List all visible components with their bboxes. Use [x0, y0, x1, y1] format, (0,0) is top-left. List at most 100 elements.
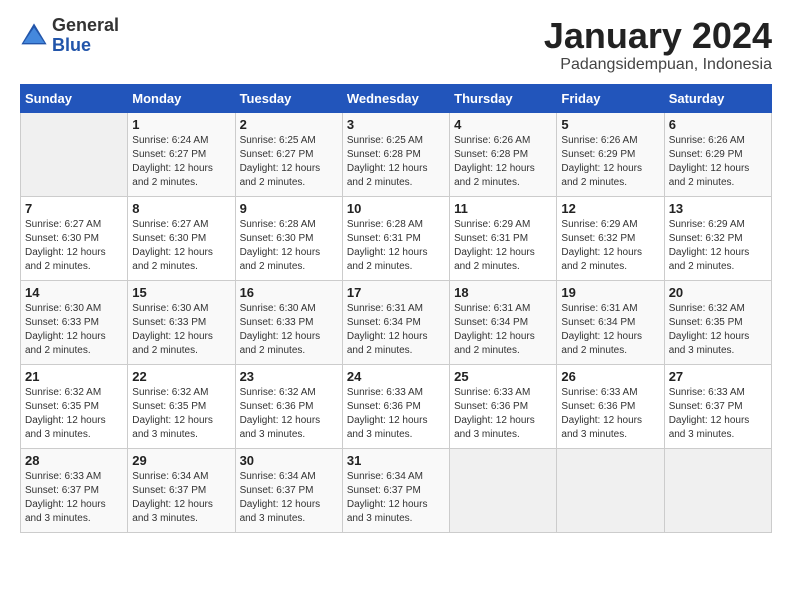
day-number: 30	[240, 453, 338, 468]
day-info: Sunrise: 6:33 AM Sunset: 6:36 PM Dayligh…	[561, 386, 659, 442]
day-number: 31	[347, 453, 445, 468]
day-info: Sunrise: 6:29 AM Sunset: 6:32 PM Dayligh…	[561, 218, 659, 274]
logo-icon	[20, 22, 48, 50]
day-number: 16	[240, 285, 338, 300]
title-area: January 2024 Padangsidempuan, Indonesia	[544, 16, 772, 74]
week-row-5: 28 Sunrise: 6:33 AM Sunset: 6:37 PM Dayli…	[21, 448, 772, 532]
calendar-cell: 15 Sunrise: 6:30 AM Sunset: 6:33 PM Dayli…	[128, 280, 235, 364]
day-info: Sunrise: 6:27 AM Sunset: 6:30 PM Dayligh…	[132, 218, 230, 274]
calendar-cell: 21 Sunrise: 6:32 AM Sunset: 6:35 PM Dayli…	[21, 364, 128, 448]
calendar-cell	[557, 448, 664, 532]
week-row-4: 21 Sunrise: 6:32 AM Sunset: 6:35 PM Dayli…	[21, 364, 772, 448]
day-number: 17	[347, 285, 445, 300]
calendar-cell: 17 Sunrise: 6:31 AM Sunset: 6:34 PM Dayli…	[342, 280, 449, 364]
week-row-3: 14 Sunrise: 6:30 AM Sunset: 6:33 PM Dayli…	[21, 280, 772, 364]
day-number: 2	[240, 117, 338, 132]
day-number: 10	[347, 201, 445, 216]
logo: General Blue	[20, 16, 119, 56]
calendar-cell: 22Sunrise: 6:32 AM Sunset: 6:35 PM Dayli…	[128, 364, 235, 448]
day-info: Sunrise: 6:28 AM Sunset: 6:31 PM Dayligh…	[347, 218, 445, 274]
day-info: Sunrise: 6:31 AM Sunset: 6:34 PM Dayligh…	[454, 302, 552, 358]
calendar-cell: 8 Sunrise: 6:27 AM Sunset: 6:30 PM Daylig…	[128, 196, 235, 280]
logo-text: General Blue	[52, 16, 119, 56]
day-info: Sunrise: 6:28 AM Sunset: 6:30 PM Dayligh…	[240, 218, 338, 274]
day-info: Sunrise: 6:32 AM Sunset: 6:36 PM Dayligh…	[240, 386, 338, 442]
day-header-saturday: Saturday	[664, 84, 771, 112]
calendar-cell: 5 Sunrise: 6:26 AM Sunset: 6:29 PM Daylig…	[557, 112, 664, 196]
day-number: 21	[25, 369, 123, 384]
day-info: Sunrise: 6:29 AM Sunset: 6:31 PM Dayligh…	[454, 218, 552, 274]
calendar-cell: 26 Sunrise: 6:33 AM Sunset: 6:36 PM Dayli…	[557, 364, 664, 448]
day-number: 24	[347, 369, 445, 384]
calendar-cell: 9 Sunrise: 6:28 AM Sunset: 6:30 PM Daylig…	[235, 196, 342, 280]
day-number: 8	[132, 201, 230, 216]
calendar-cell: 27 Sunrise: 6:33 AM Sunset: 6:37 PM Dayli…	[664, 364, 771, 448]
calendar-cell: 29 Sunrise: 6:34 AM Sunset: 6:37 PM Dayli…	[128, 448, 235, 532]
calendar-cell: 13Sunrise: 6:29 AM Sunset: 6:32 PM Dayli…	[664, 196, 771, 280]
day-info: Sunrise: 6:30 AM Sunset: 6:33 PM Dayligh…	[132, 302, 230, 358]
day-info: Sunrise: 6:33 AM Sunset: 6:36 PM Dayligh…	[347, 386, 445, 442]
day-info: Sunrise: 6:31 AM Sunset: 6:34 PM Dayligh…	[561, 302, 659, 358]
day-number: 9	[240, 201, 338, 216]
day-info: Sunrise: 6:27 AM Sunset: 6:30 PM Dayligh…	[25, 218, 123, 274]
header: General Blue January 2024 Padangsidempua…	[20, 16, 772, 74]
day-number: 19	[561, 285, 659, 300]
calendar-cell: 11 Sunrise: 6:29 AM Sunset: 6:31 PM Dayli…	[450, 196, 557, 280]
calendar-cell: 20 Sunrise: 6:32 AM Sunset: 6:35 PM Dayli…	[664, 280, 771, 364]
day-info: Sunrise: 6:34 AM Sunset: 6:37 PM Dayligh…	[132, 470, 230, 526]
day-number: 1	[132, 117, 230, 132]
day-info: Sunrise: 6:24 AM Sunset: 6:27 PM Dayligh…	[132, 134, 230, 190]
day-number: 23	[240, 369, 338, 384]
day-number: 26	[561, 369, 659, 384]
week-row-1: 1 Sunrise: 6:24 AM Sunset: 6:27 PM Daylig…	[21, 112, 772, 196]
day-number: 11	[454, 201, 552, 216]
calendar-cell: 6 Sunrise: 6:26 AM Sunset: 6:29 PM Daylig…	[664, 112, 771, 196]
day-number: 12	[561, 201, 659, 216]
day-info: Sunrise: 6:33 AM Sunset: 6:37 PM Dayligh…	[25, 470, 123, 526]
day-info: Sunrise: 6:25 AM Sunset: 6:28 PM Dayligh…	[347, 134, 445, 190]
day-number: 28	[25, 453, 123, 468]
day-info: Sunrise: 6:34 AM Sunset: 6:37 PM Dayligh…	[347, 470, 445, 526]
calendar-cell: 12 Sunrise: 6:29 AM Sunset: 6:32 PM Dayli…	[557, 196, 664, 280]
day-info: Sunrise: 6:33 AM Sunset: 6:36 PM Dayligh…	[454, 386, 552, 442]
day-number: 20	[669, 285, 767, 300]
calendar-cell: 31 Sunrise: 6:34 AM Sunset: 6:37 PM Dayli…	[342, 448, 449, 532]
calendar-cell	[664, 448, 771, 532]
day-number: 15	[132, 285, 230, 300]
day-number: 4	[454, 117, 552, 132]
calendar-cell: 19 Sunrise: 6:31 AM Sunset: 6:34 PM Dayli…	[557, 280, 664, 364]
day-info: Sunrise: 6:32 AM Sunset: 6:35 PM Dayligh…	[132, 386, 230, 442]
day-info: Sunrise: 6:26 AM Sunset: 6:29 PM Dayligh…	[561, 134, 659, 190]
calendar-cell: 28 Sunrise: 6:33 AM Sunset: 6:37 PM Dayli…	[21, 448, 128, 532]
day-info: Sunrise: 6:30 AM Sunset: 6:33 PM Dayligh…	[240, 302, 338, 358]
calendar-table: SundayMondayTuesdayWednesdayThursdayFrid…	[20, 84, 772, 533]
day-info: Sunrise: 6:34 AM Sunset: 6:37 PM Dayligh…	[240, 470, 338, 526]
day-header-wednesday: Wednesday	[342, 84, 449, 112]
day-info: Sunrise: 6:31 AM Sunset: 6:34 PM Dayligh…	[347, 302, 445, 358]
day-info: Sunrise: 6:32 AM Sunset: 6:35 PM Dayligh…	[669, 302, 767, 358]
subtitle: Padangsidempuan, Indonesia	[544, 56, 772, 74]
day-info: Sunrise: 6:33 AM Sunset: 6:37 PM Dayligh…	[669, 386, 767, 442]
day-info: Sunrise: 6:25 AM Sunset: 6:27 PM Dayligh…	[240, 134, 338, 190]
day-number: 13	[669, 201, 767, 216]
main-title: January 2024	[544, 16, 772, 56]
day-number: 18	[454, 285, 552, 300]
calendar-cell: 7Sunrise: 6:27 AM Sunset: 6:30 PM Daylig…	[21, 196, 128, 280]
day-info: Sunrise: 6:32 AM Sunset: 6:35 PM Dayligh…	[25, 386, 123, 442]
day-number: 29	[132, 453, 230, 468]
day-number: 5	[561, 117, 659, 132]
calendar-cell: 25Sunrise: 6:33 AM Sunset: 6:36 PM Dayli…	[450, 364, 557, 448]
day-number: 14	[25, 285, 123, 300]
day-number: 6	[669, 117, 767, 132]
day-number: 27	[669, 369, 767, 384]
day-header-monday: Monday	[128, 84, 235, 112]
calendar-cell: 24 Sunrise: 6:33 AM Sunset: 6:36 PM Dayli…	[342, 364, 449, 448]
day-header-friday: Friday	[557, 84, 664, 112]
days-header-row: SundayMondayTuesdayWednesdayThursdayFrid…	[21, 84, 772, 112]
calendar-cell: 16 Sunrise: 6:30 AM Sunset: 6:33 PM Dayli…	[235, 280, 342, 364]
day-header-tuesday: Tuesday	[235, 84, 342, 112]
calendar-cell: 1 Sunrise: 6:24 AM Sunset: 6:27 PM Daylig…	[128, 112, 235, 196]
day-number: 3	[347, 117, 445, 132]
day-header-thursday: Thursday	[450, 84, 557, 112]
day-info: Sunrise: 6:26 AM Sunset: 6:29 PM Dayligh…	[669, 134, 767, 190]
